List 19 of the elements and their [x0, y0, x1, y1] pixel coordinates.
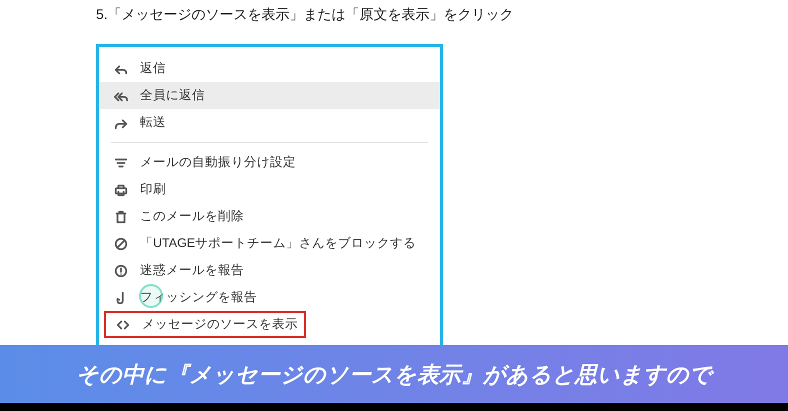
block-icon — [114, 236, 128, 250]
menu-item[interactable]: 返信 — [99, 55, 440, 82]
menu-item[interactable]: メールの自動振り分け設定 — [99, 149, 440, 176]
subtitle-text: その中に『メッセージのソースを表示』があると思いますので — [76, 358, 712, 390]
trash-icon — [114, 210, 128, 224]
code-icon — [116, 318, 130, 332]
cursor-highlight — [139, 284, 163, 308]
menu-item[interactable]: 「UTAGEサポートチーム」さんをブロックする — [99, 230, 440, 257]
menu-item[interactable]: 印刷 — [99, 176, 440, 203]
filter-icon — [114, 156, 128, 170]
menu-item[interactable]: このメールを削除 — [99, 203, 440, 230]
menu-item[interactable]: フィッシングを報告 — [99, 284, 440, 311]
menu-item[interactable]: 迷惑メールを報告 — [99, 257, 440, 284]
step-heading: 5.「メッセージのソースを表示」または「原文を表示」をクリック — [96, 5, 515, 24]
menu-item[interactable]: 転送 — [99, 109, 440, 136]
menu-item[interactable]: 全員に返信 — [99, 82, 440, 109]
printer-icon — [114, 182, 128, 196]
menu-item[interactable]: メッセージのソースを表示 — [104, 311, 306, 338]
alert-circle-icon — [114, 264, 128, 278]
